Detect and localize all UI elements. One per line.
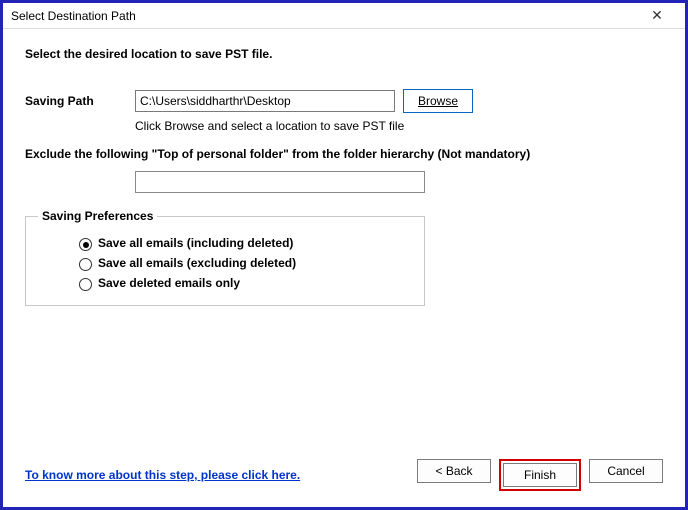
exclude-label: Exclude the following "Top of personal f… [25,147,663,161]
finish-highlight: Finish [499,459,581,491]
browse-hint: Click Browse and select a location to sa… [135,119,663,133]
pref-option-all-including-deleted[interactable]: Save all emails (including deleted) [74,235,412,251]
page-heading: Select the desired location to save PST … [25,47,663,61]
browse-button[interactable]: Browse [403,89,473,113]
saving-path-input[interactable] [135,90,395,112]
cancel-button[interactable]: Cancel [589,459,663,483]
saving-path-label: Saving Path [25,94,135,108]
saving-path-row: Saving Path Browse [25,89,663,113]
exclude-input[interactable] [135,171,425,193]
pref-radio-0[interactable] [79,238,92,251]
title-bar: Select Destination Path ✕ [3,3,685,29]
window-title: Select Destination Path [11,9,136,23]
finish-button[interactable]: Finish [503,463,577,487]
pref-label-2: Save deleted emails only [98,276,240,290]
dialog-content: Select the desired location to save PST … [3,29,685,316]
pref-label-1: Save all emails (excluding deleted) [98,256,296,270]
help-link[interactable]: To know more about this step, please cli… [25,468,300,482]
pref-radio-2[interactable] [79,278,92,291]
back-button[interactable]: < Back [417,459,491,483]
button-bar: < Back Finish Cancel [417,459,663,491]
pref-option-all-excluding-deleted[interactable]: Save all emails (excluding deleted) [74,255,412,271]
pref-radio-1[interactable] [79,258,92,271]
close-icon[interactable]: ✕ [637,4,677,28]
pref-label-0: Save all emails (including deleted) [98,236,293,250]
dialog-footer: To know more about this step, please cli… [25,459,663,491]
pref-option-deleted-only[interactable]: Save deleted emails only [74,275,412,291]
saving-preferences-legend: Saving Preferences [38,209,157,223]
saving-preferences-group: Saving Preferences Save all emails (incl… [25,209,425,306]
